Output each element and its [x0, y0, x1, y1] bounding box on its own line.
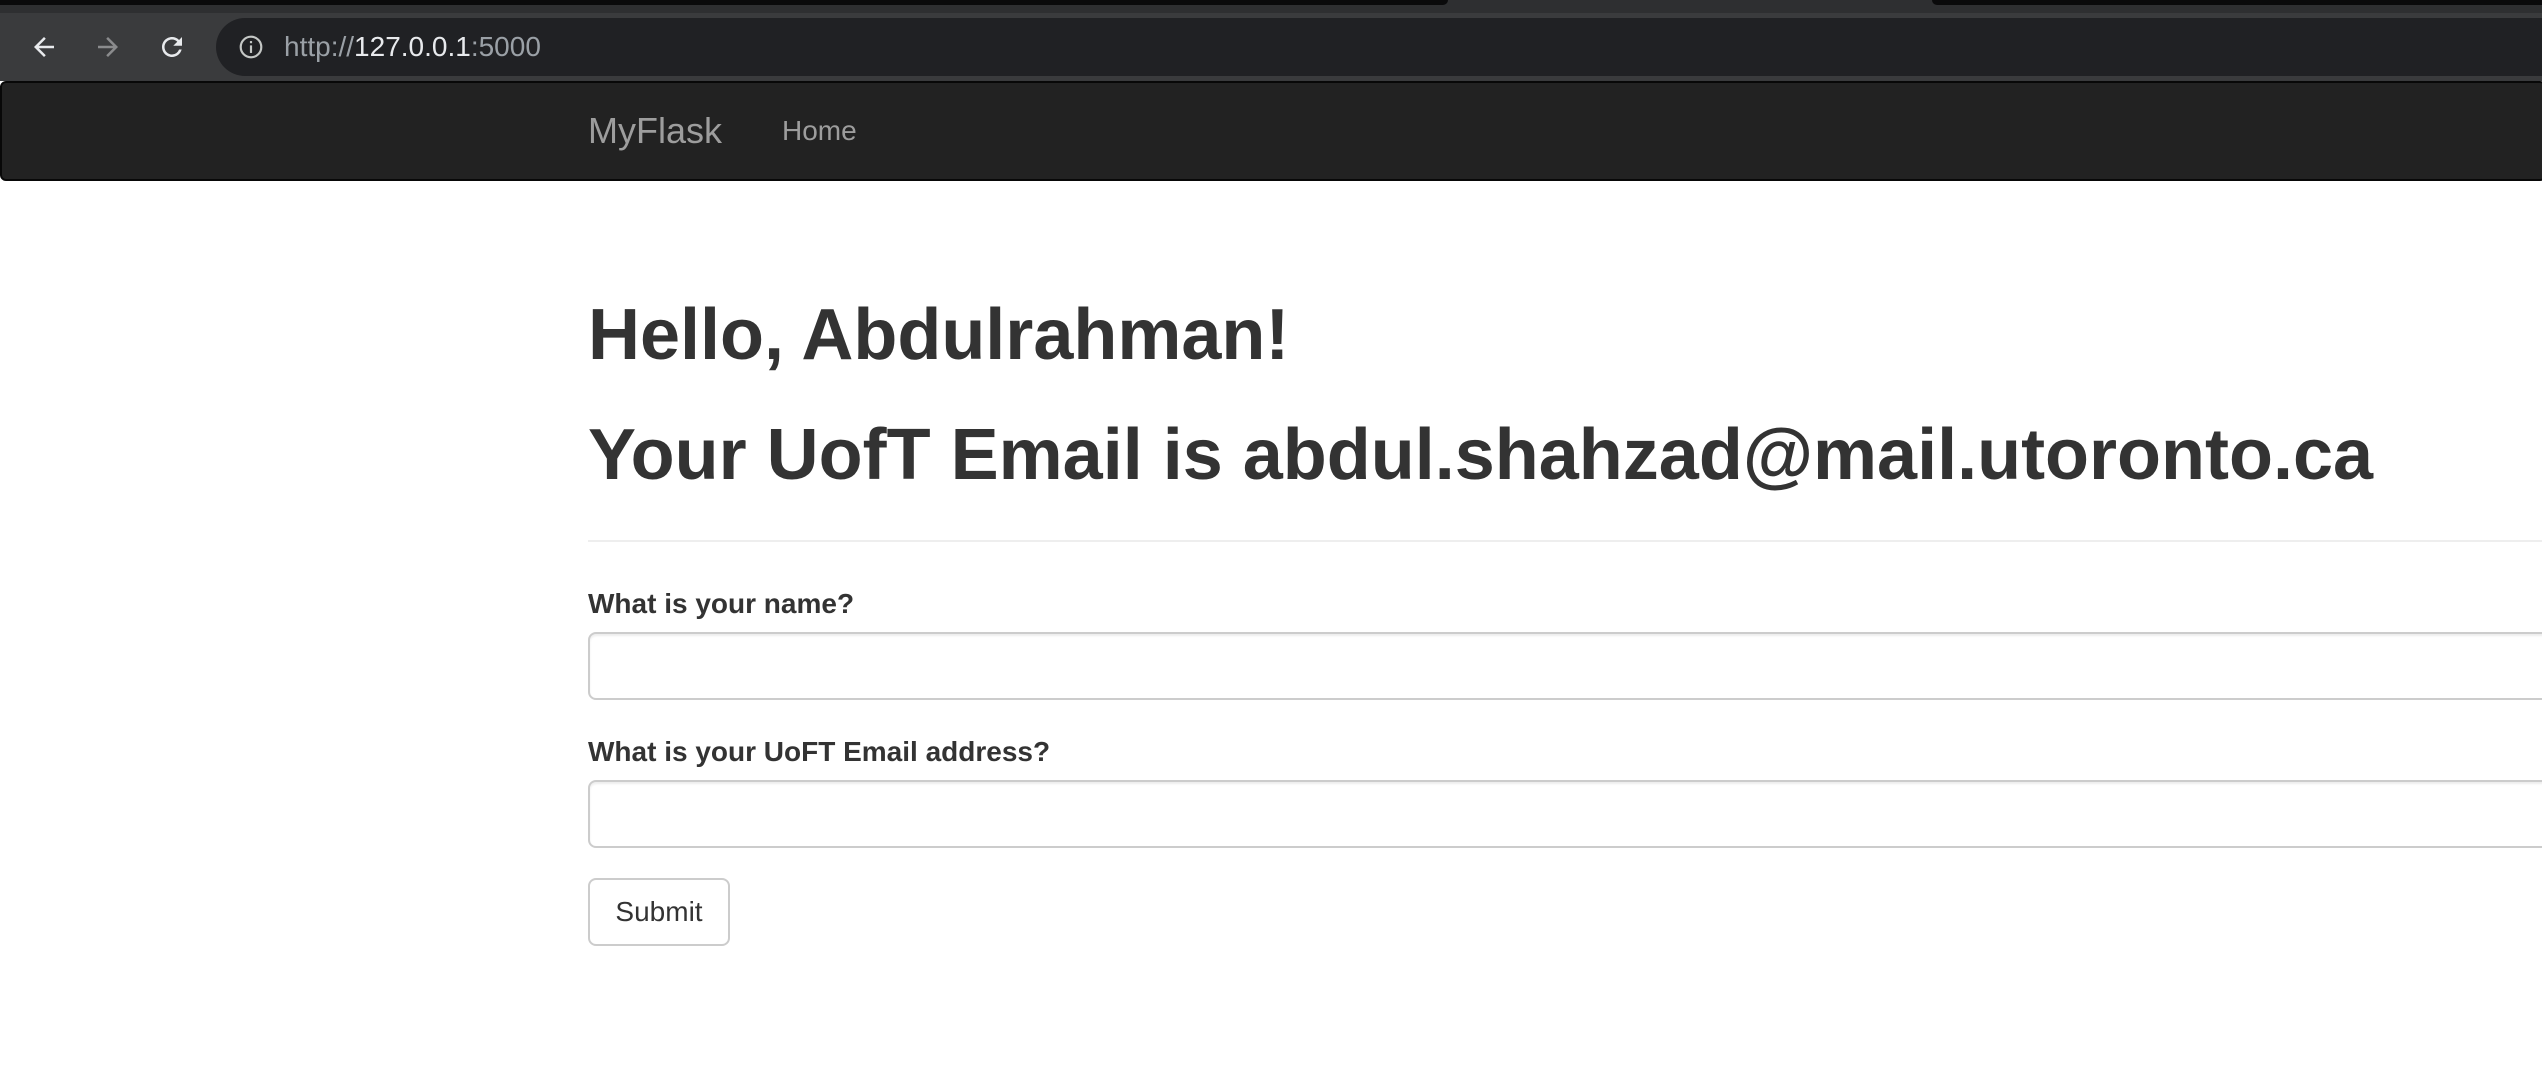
arrow-right-icon: [98, 37, 118, 57]
name-input[interactable]: [588, 632, 2542, 700]
url-host: 127.0.0.1: [354, 31, 471, 62]
address-bar[interactable]: http://127.0.0.1:5000: [216, 18, 2542, 76]
info-icon[interactable]: [238, 34, 264, 60]
reload-icon: [162, 37, 182, 57]
browser-tab[interactable]: [0, 0, 1448, 5]
reload-button[interactable]: [152, 27, 192, 67]
browser-tab[interactable]: [1932, 0, 2542, 5]
email-input[interactable]: [588, 780, 2542, 848]
browser-tab-strip: [0, 0, 2542, 13]
nav-link-home[interactable]: Home: [782, 83, 857, 179]
email-heading: Your UofT Email is abdul.shahzad@mail.ut…: [588, 415, 2374, 495]
page-header-divider: [588, 540, 2542, 542]
submit-button[interactable]: Submit: [588, 878, 730, 946]
email-label: What is your UoFT Email address?: [588, 736, 1051, 767]
forward-button[interactable]: [88, 27, 128, 67]
url-scheme: http://: [284, 31, 355, 62]
url-text[interactable]: http://127.0.0.1:5000: [284, 18, 541, 76]
browser-toolbar: http://127.0.0.1:5000: [0, 13, 2542, 81]
back-button[interactable]: [24, 27, 64, 67]
site-navbar: MyFlask Home: [0, 81, 2542, 181]
navbar-brand[interactable]: MyFlask: [588, 83, 722, 179]
greeting-heading: Hello, Abdulrahman!: [588, 295, 1290, 375]
url-port: :5000: [470, 31, 541, 62]
arrow-left-icon: [34, 37, 54, 57]
name-label: What is your name?: [588, 588, 855, 619]
